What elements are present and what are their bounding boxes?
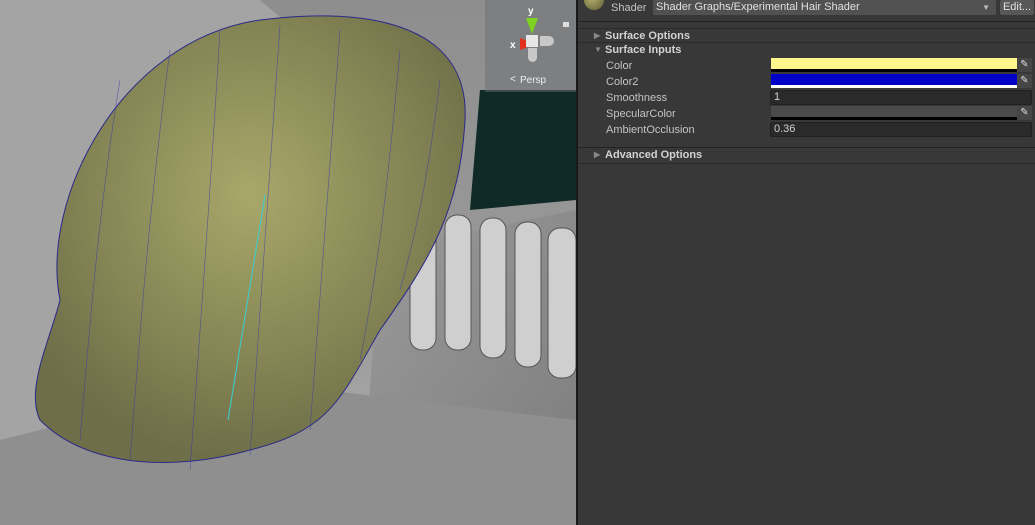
chevron-down-icon: ▼ (982, 3, 990, 12)
gizmo-neg-y-axis[interactable] (528, 48, 537, 62)
material-preview-icon (584, 0, 604, 10)
shader-dropdown[interactable]: Shader Graphs/Experimental Hair Shader ▼ (653, 0, 996, 15)
gizmo-y-label: y (528, 6, 534, 17)
shader-dropdown-value: Shader Graphs/Experimental Hair Shader (656, 1, 860, 13)
header-separator (578, 21, 1035, 22)
edit-shader-button[interactable]: Edit... (1000, 0, 1034, 15)
lock-icon[interactable] (563, 22, 569, 27)
property-row-color: Color ✎ (578, 58, 1035, 73)
foldout-advanced-options[interactable]: ▶ Advanced Options (578, 147, 1035, 162)
scene-render (0, 0, 576, 525)
projection-label[interactable]: Persp (520, 75, 546, 86)
foldout-surface-options[interactable]: ▶ Surface Options (578, 28, 1035, 43)
foldout-collapsed-icon: ▶ (594, 31, 601, 40)
section-separator (578, 163, 1035, 164)
eyedropper-icon[interactable]: ✎ (1017, 74, 1032, 88)
gizmo-y-axis[interactable] (526, 18, 538, 34)
gizmo-center-cube[interactable] (526, 35, 538, 47)
orientation-gizmo[interactable]: y x (500, 6, 570, 76)
color-swatch[interactable] (771, 58, 1017, 72)
shader-label: Shader (611, 2, 647, 14)
property-row-specular-color: SpecularColor ✎ (578, 106, 1035, 121)
foldout-collapsed-icon: ▶ (594, 150, 601, 159)
property-row-smoothness: Smoothness 1 (578, 90, 1035, 106)
foldout-surface-inputs[interactable]: ▼ Surface Inputs (578, 42, 1035, 57)
window-dark (470, 90, 576, 210)
color2-swatch[interactable] (771, 74, 1017, 88)
eyedropper-icon[interactable]: ✎ (1017, 58, 1032, 72)
gizmo-z-axis[interactable] (540, 36, 554, 46)
scene-viewport[interactable]: y x Persp < (0, 0, 576, 525)
smoothness-field[interactable]: 1 (770, 90, 1032, 105)
specular-color-swatch[interactable] (771, 106, 1017, 120)
eyedropper-icon[interactable]: ✎ (1017, 106, 1032, 120)
foldout-expanded-icon: ▼ (594, 45, 602, 54)
persp-arrow-icon: < (510, 74, 516, 85)
gizmo-x-label: x (510, 40, 516, 51)
property-row-color2: Color2 ✎ (578, 74, 1035, 89)
ambient-occlusion-field[interactable]: 0.36 (770, 122, 1032, 137)
property-row-ambient-occlusion: AmbientOcclusion 0.36 (578, 122, 1035, 138)
material-inspector: Shader Shader Graphs/Experimental Hair S… (578, 0, 1035, 525)
